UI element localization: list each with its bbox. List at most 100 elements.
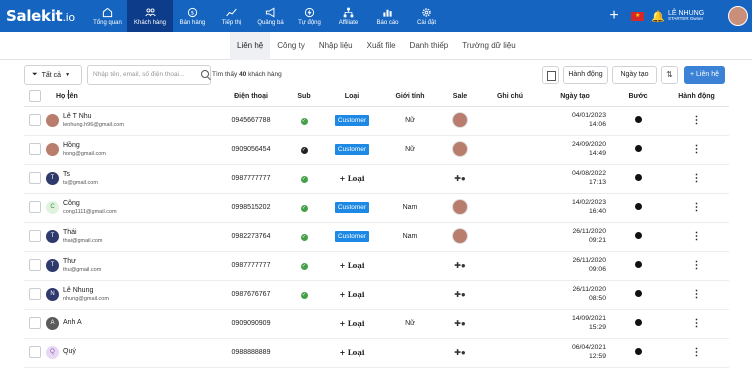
- step-dot-icon[interactable]: [634, 203, 642, 210]
- vietnam-flag-icon[interactable]: [631, 11, 644, 21]
- sale-avatar[interactable]: [452, 227, 468, 244]
- sort-icon[interactable]: ⇅: [661, 66, 678, 84]
- table-row[interactable]: Q Quý 0988888889 + Loại ✚● 06/04/2021 12:59 ⋮: [24, 338, 729, 368]
- step-dot-icon[interactable]: [634, 145, 642, 152]
- nav-item-8[interactable]: Cài đặt: [407, 0, 446, 32]
- more-actions-icon[interactable]: ⋮: [692, 115, 702, 126]
- more-actions-icon[interactable]: ⋮: [692, 202, 702, 213]
- row-checkbox[interactable]: [29, 287, 41, 300]
- tab-2[interactable]: Nhập liệu: [312, 32, 360, 60]
- step-dot-icon[interactable]: [634, 261, 642, 268]
- col-step: Bước: [612, 88, 664, 107]
- nav-item-0[interactable]: Tổng quan: [88, 0, 127, 32]
- created-date: 06/04/2021 12:59: [538, 338, 612, 368]
- table-row[interactable]: N Lê Nhung nhung@gmail.com 0987676767 ✓ + Loạ…: [24, 280, 729, 310]
- sale-avatar[interactable]: [452, 111, 468, 128]
- add-sale-icon[interactable]: ✚●: [454, 261, 466, 270]
- more-actions-icon[interactable]: ⋮: [692, 289, 702, 300]
- row-checkbox[interactable]: [29, 258, 41, 271]
- contact-name[interactable]: Công: [63, 200, 117, 208]
- add-sale-icon[interactable]: ✚●: [454, 319, 466, 328]
- sort-date-dropdown[interactable]: Ngày tạo: [612, 66, 657, 84]
- search-input[interactable]: Nhập tên, email, số điện thoại...: [87, 65, 211, 85]
- step-dot-icon[interactable]: [634, 319, 642, 326]
- contact-name[interactable]: Lê Nhung: [63, 287, 109, 295]
- row-checkbox[interactable]: [29, 200, 41, 213]
- nav-item-3[interactable]: Tiếp thị: [212, 0, 251, 32]
- add-sale-icon[interactable]: ✚●: [454, 290, 466, 299]
- search-icon[interactable]: [201, 70, 209, 78]
- action-dropdown[interactable]: Hành động: [563, 66, 608, 84]
- step-dot-icon[interactable]: [634, 348, 642, 355]
- add-type-link[interactable]: + Loại: [339, 319, 364, 328]
- contact-name[interactable]: Thái: [63, 229, 103, 237]
- gear-icon: [422, 7, 431, 17]
- tab-4[interactable]: Danh thiếp: [403, 32, 456, 60]
- contact-name[interactable]: Lê T Nhu: [63, 113, 124, 121]
- contact-name[interactable]: Anh A: [63, 319, 82, 327]
- add-icon[interactable]: +: [603, 7, 625, 25]
- tab-0[interactable]: Liên hệ: [230, 32, 271, 60]
- col-actions: Hành động: [664, 88, 729, 107]
- add-type-link[interactable]: + Loại: [339, 290, 364, 299]
- row-checkbox[interactable]: [29, 142, 41, 155]
- more-actions-icon[interactable]: ⋮: [692, 231, 702, 242]
- table-row[interactable]: T Thái thai@gmail.com 0982273764 ✓ Customer Na…: [24, 222, 729, 252]
- select-all-checkbox[interactable]: [24, 88, 46, 107]
- tab-5[interactable]: Trường dữ liệu: [455, 32, 522, 60]
- subscribed-check-icon: ✓: [300, 146, 308, 154]
- more-actions-icon[interactable]: ⋮: [692, 173, 702, 184]
- sale-avatar[interactable]: [452, 140, 468, 157]
- user-menu[interactable]: LÊ NHUNG STARTER Owner: [668, 10, 728, 22]
- table-row[interactable]: T Ts ts@gmail.com 0987777777 ✓ + Loại ✚● 04/08/…: [24, 164, 729, 194]
- nav-item-1[interactable]: Khách hàng: [127, 0, 173, 32]
- contact-email: hong@gmail.com: [63, 150, 106, 157]
- add-sale-icon[interactable]: ✚●: [454, 174, 466, 183]
- table-row[interactable]: L Lê T Nhulenhung.h96@gmail.com 0945667788…: [24, 106, 729, 136]
- type-badge[interactable]: Customer: [334, 115, 370, 126]
- contact-name[interactable]: Ts: [63, 171, 98, 179]
- step-dot-icon[interactable]: [634, 290, 642, 297]
- row-checkbox[interactable]: [29, 113, 41, 126]
- row-checkbox[interactable]: [29, 316, 41, 329]
- tab-1[interactable]: Công ty: [270, 32, 312, 60]
- avatar: A: [46, 317, 59, 330]
- col-name[interactable]: Họ tên: [46, 88, 216, 107]
- add-contact-button[interactable]: + Liên hệ: [684, 66, 725, 84]
- logo[interactable]: Salekit.io: [0, 7, 88, 25]
- columns-icon[interactable]: [542, 66, 559, 84]
- table-row[interactable]: H Hồnghong@gmail.com 0909056454 ✓ Customer Nữ…: [24, 135, 729, 165]
- contact-name[interactable]: Hồng: [63, 142, 106, 150]
- bell-icon[interactable]: 🔔: [650, 10, 666, 23]
- more-actions-icon[interactable]: ⋮: [692, 318, 702, 329]
- more-actions-icon[interactable]: ⋮: [692, 144, 702, 155]
- more-actions-icon[interactable]: ⋮: [692, 260, 702, 271]
- type-badge[interactable]: Customer: [334, 231, 370, 242]
- row-checkbox[interactable]: [29, 171, 41, 184]
- avatar[interactable]: [728, 6, 748, 26]
- type-badge[interactable]: Customer: [334, 144, 370, 155]
- step-dot-icon[interactable]: [634, 232, 642, 239]
- contact-note: [482, 309, 538, 339]
- table-row[interactable]: T Thư thu@gmail.com 0987777777 ✓ + Loại ✚● 26/1…: [24, 251, 729, 281]
- nav-item-4[interactable]: Quảng bá: [251, 0, 290, 32]
- add-type-link[interactable]: + Loại: [339, 174, 364, 183]
- contact-gender: [382, 338, 438, 368]
- nav-item-2[interactable]: $ Bán hàng: [173, 0, 212, 32]
- step-dot-icon[interactable]: [634, 174, 642, 181]
- table-row[interactable]: C Công cong1111@gmail.com 0998515202 ✓ Custom…: [24, 193, 729, 223]
- step-dot-icon[interactable]: [634, 116, 642, 123]
- nav-item-6[interactable]: Affiliate: [329, 0, 368, 32]
- contact-name[interactable]: Thư: [63, 258, 101, 266]
- row-checkbox[interactable]: [29, 229, 41, 242]
- nav-item-5[interactable]: Tự động: [290, 0, 329, 32]
- filter-dropdown[interactable]: ⏷ Tất cả ▼: [24, 65, 82, 85]
- type-badge[interactable]: Customer: [334, 202, 370, 213]
- avatar: Q: [46, 346, 59, 359]
- tab-3[interactable]: Xuất file: [360, 32, 403, 60]
- sale-avatar[interactable]: [452, 198, 468, 215]
- nav-item-7[interactable]: Báo cáo: [368, 0, 407, 32]
- contact-name[interactable]: Quý: [63, 348, 76, 356]
- table-row[interactable]: A Anh A 0909090909 + Loại Nữ ✚● 14/09/2021 15:2…: [24, 309, 729, 339]
- add-type-link[interactable]: + Loại: [339, 261, 364, 270]
